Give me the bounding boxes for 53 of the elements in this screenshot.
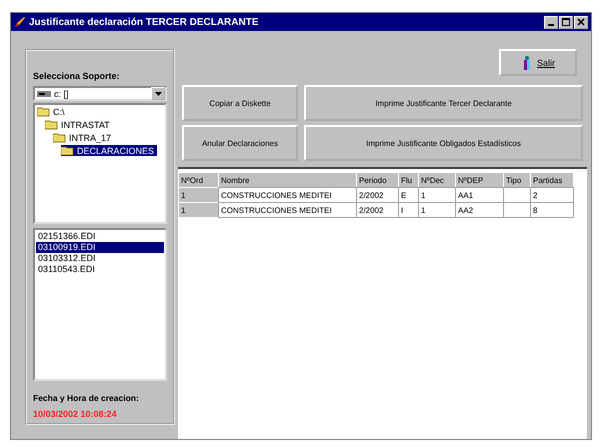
table-cell: 8 [530,202,574,218]
file-item[interactable]: 03103312.EDI [36,253,164,264]
table-cell: CONSTRUCCIONES MEDITEI [218,202,356,218]
table-cell [504,188,530,202]
row-header: 1 [178,202,218,218]
close-icon [577,18,585,26]
row-header: 1 [178,188,218,202]
table-cell: AA2 [456,202,504,218]
table-cell: AA1 [456,188,504,202]
folder-item[interactable]: INTRA_17 [53,132,114,143]
table-cell: 1 [418,188,456,202]
table-cell: 2/2002 [356,202,398,218]
drive-icon [37,90,51,98]
folder-icon [53,132,67,143]
maximize-icon [562,18,570,26]
table-cell: 2/2002 [356,188,398,202]
column-header[interactable]: Periodo [356,172,398,188]
folder-item[interactable]: C:\ [37,106,68,117]
minimize-button[interactable] [544,16,558,28]
action-button[interactable]: Imprime Justificante Obligados Estadísticos [304,125,583,161]
folder-icon [37,106,51,117]
action-button[interactable]: Imprime Justificante Tercer Declarante [304,85,583,121]
table-cell: I [398,202,418,218]
drive-dropdown[interactable]: c: [] [33,86,167,101]
support-label: Selecciona Soporte: [33,71,121,81]
folder-item[interactable]: DECLARACIONES [61,145,158,156]
action-button[interactable]: Anular Declaraciones [182,125,298,161]
pen-icon [14,16,26,28]
column-header[interactable]: NºDec [418,172,456,188]
file-item[interactable]: 03110543.EDI [36,264,164,276]
table-cell: 1 [418,202,456,218]
table-cell [504,202,530,218]
creation-date-value: 10/03/2002 10:08:24 [33,409,118,419]
column-header[interactable]: Nombre [218,172,356,188]
creation-date-label: Fecha y Hora de creacion: [33,393,140,403]
table-cell: 2 [530,188,574,202]
file-item[interactable]: 02151366.EDI [36,231,164,242]
exit-button[interactable]: Salir [499,49,577,76]
table-cell: E [398,188,418,202]
column-header[interactable]: Flu [398,172,418,188]
folder-icon [61,145,75,156]
table-cell: CONSTRUCCIONES MEDITEI [218,188,356,202]
folder-item[interactable]: INTRASTAT [45,119,113,130]
action-button[interactable]: Copiar a Diskette [182,85,298,121]
folder-icon [45,119,59,130]
column-header[interactable]: Partidas [530,172,574,188]
file-item[interactable]: 03100919.EDI [36,242,164,254]
column-header[interactable]: NºOrd [178,172,218,188]
column-header[interactable]: Tipo [504,172,530,188]
maximize-button[interactable] [559,16,573,28]
close-button[interactable] [574,16,588,28]
column-header[interactable]: NºDEP [456,172,504,188]
window-title: Justificante declaración TERCER DECLARANTE [29,16,260,28]
